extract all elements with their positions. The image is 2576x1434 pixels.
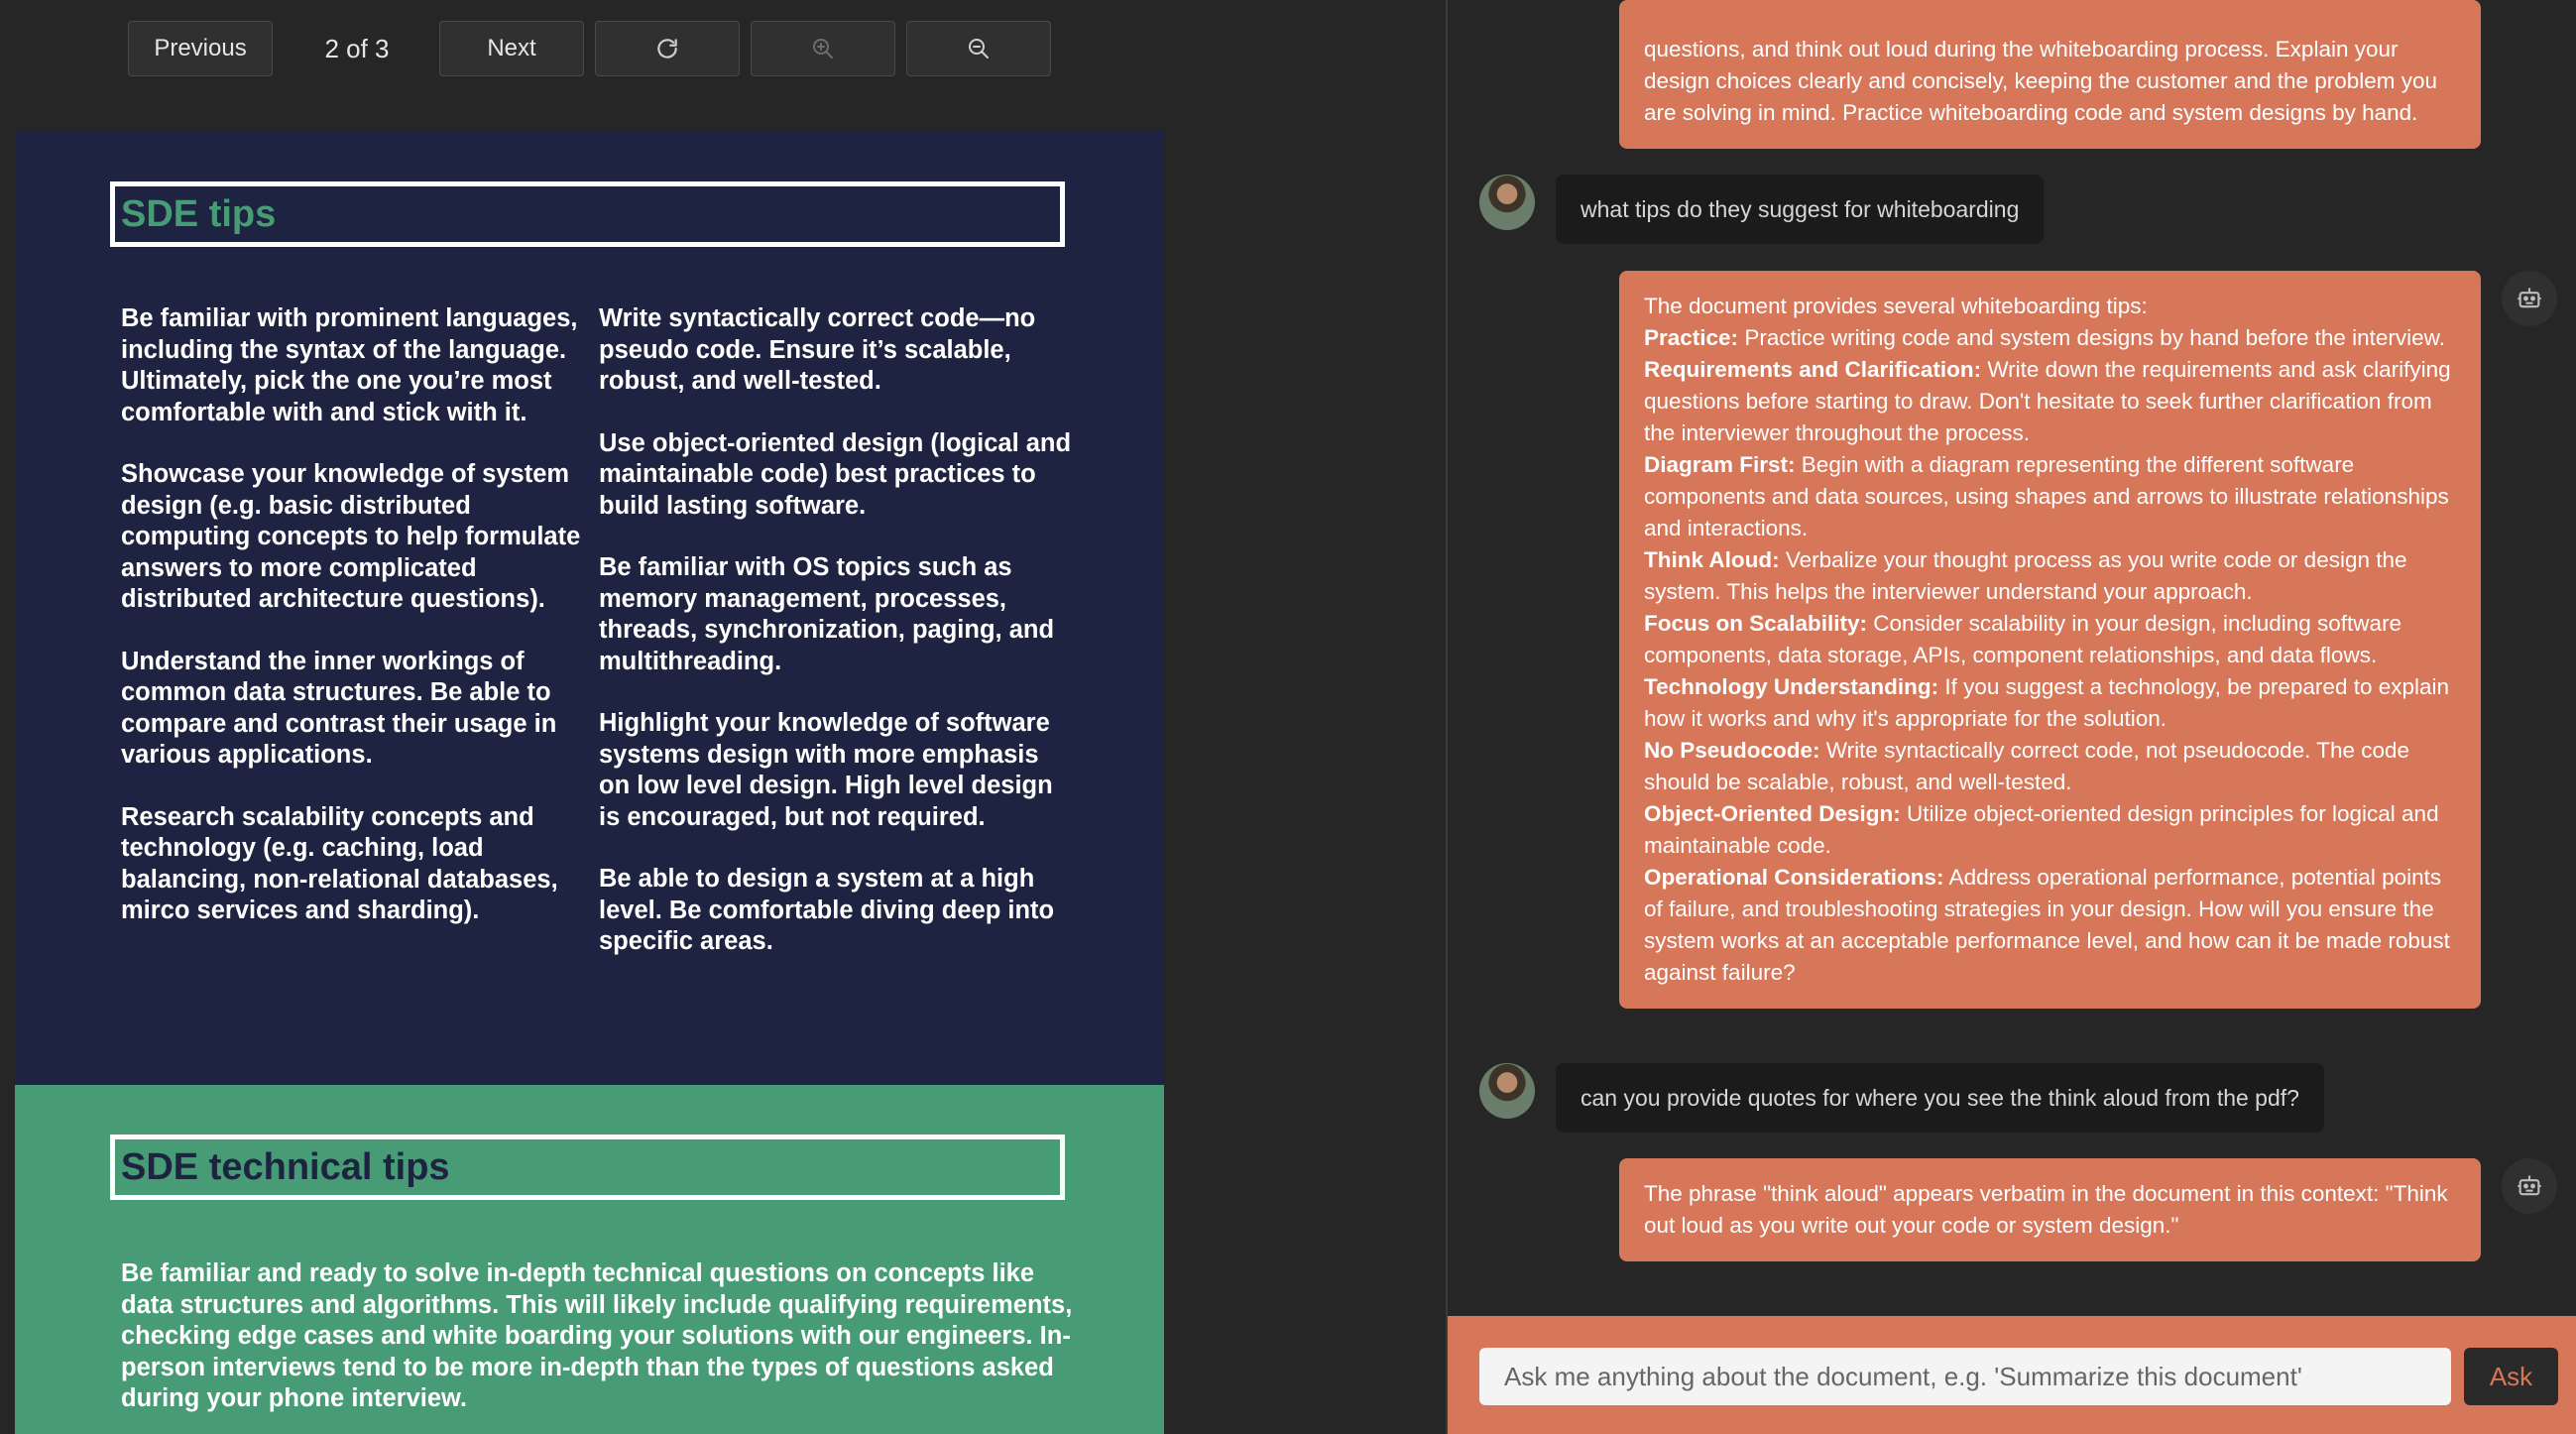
tip-paragraph: Use object-oriented design (logical and … (599, 428, 1072, 520)
robot-icon (2517, 1175, 2541, 1196)
tip-paragraph: Be familiar with OS topics such as memor… (599, 553, 1055, 675)
section-sde-tips: SDE tips Be familiar with prominent lang… (15, 130, 1164, 1085)
page-indicator: 2 of 3 (324, 33, 390, 63)
chat-panel: questions, and think out loud during the… (1448, 0, 2576, 1434)
zoom-out-button[interactable] (906, 21, 1051, 76)
user-message: what tips do they suggest for whiteboard… (1556, 175, 2045, 244)
tip-paragraph: Be able to design a system at a high lev… (599, 865, 1055, 955)
pdf-page: SDE tips Be familiar with prominent lang… (15, 130, 1164, 1434)
bot-tip: Think Aloud: Verbalize your thought proc… (1644, 547, 2407, 604)
section-sde-technical-tips: SDE technical tips Be familiar and ready… (15, 1085, 1164, 1434)
bot-message-intro: The document provides several whiteboard… (1644, 294, 2148, 318)
previous-button[interactable]: Previous (128, 21, 273, 76)
rotate-button[interactable] (595, 21, 740, 76)
bot-message: The document provides several whiteboard… (1619, 271, 2481, 1009)
next-button[interactable]: Next (439, 21, 584, 76)
tip-paragraph: Write syntactically correct code—no pseu… (599, 304, 1036, 395)
bot-message: The phrase "think aloud" appears verbati… (1619, 1158, 2481, 1261)
bot-tip: Technology Understanding: If you suggest… (1644, 674, 2450, 731)
user-avatar (1479, 1063, 1535, 1119)
bot-tip: Operational Considerations: Address oper… (1644, 865, 2450, 985)
bot-tip: Object-Oriented Design: Utilize object-o… (1644, 801, 2439, 858)
pdf-viewer: Previous 2 of 3 Next SDE tips Be familia… (0, 0, 1446, 1434)
tips-column-left: Be familiar with prominent languages, in… (121, 303, 597, 958)
bot-tip: Diagram First: Begin with a diagram repr… (1644, 452, 2449, 540)
refresh-icon (657, 39, 677, 59)
zoom-out-icon (969, 39, 989, 59)
user-avatar (1479, 175, 1535, 230)
user-message: can you provide quotes for where you see… (1556, 1063, 2324, 1133)
bot-avatar (2502, 1158, 2557, 1214)
tip-paragraph: Research scalability concepts and techno… (121, 802, 558, 925)
zoom-in-icon (813, 39, 833, 59)
ask-button[interactable]: Ask (2464, 1348, 2558, 1405)
section-title: SDE technical tips (110, 1135, 1065, 1200)
section-body: Be familiar and ready to solve in-depth … (121, 1259, 1073, 1412)
bot-tip: Practice: Practice writing code and syst… (1644, 325, 2445, 350)
section-title: SDE tips (110, 181, 1065, 247)
bot-message: questions, and think out loud during the… (1619, 0, 2481, 149)
robot-icon (2517, 288, 2541, 308)
bot-tip: No Pseudocode: Write syntactically corre… (1644, 738, 2410, 794)
zoom-in-button[interactable] (751, 21, 895, 76)
bot-avatar (2502, 271, 2557, 326)
tip-paragraph: Showcase your knowledge of system design… (121, 460, 581, 613)
ask-input[interactable] (1479, 1348, 2451, 1405)
bot-tip: Focus on Scalability: Consider scalabili… (1644, 611, 2402, 667)
bot-tip: Requirements and Clarification: Write do… (1644, 357, 2451, 445)
bot-message-text: The phrase "think aloud" appears verbati… (1644, 1181, 2448, 1238)
tip-paragraph: Understand the inner workings of common … (121, 647, 557, 770)
chat-input-bar: Ask (1448, 1316, 2576, 1434)
tips-column-right: Write syntactically correct code—no pseu… (599, 303, 1075, 989)
tip-paragraph: Highlight your knowledge of software sys… (599, 709, 1053, 831)
tip-paragraph: Be familiar with prominent languages, in… (121, 304, 578, 426)
bot-message-text: questions, and think out loud during the… (1644, 37, 2438, 125)
